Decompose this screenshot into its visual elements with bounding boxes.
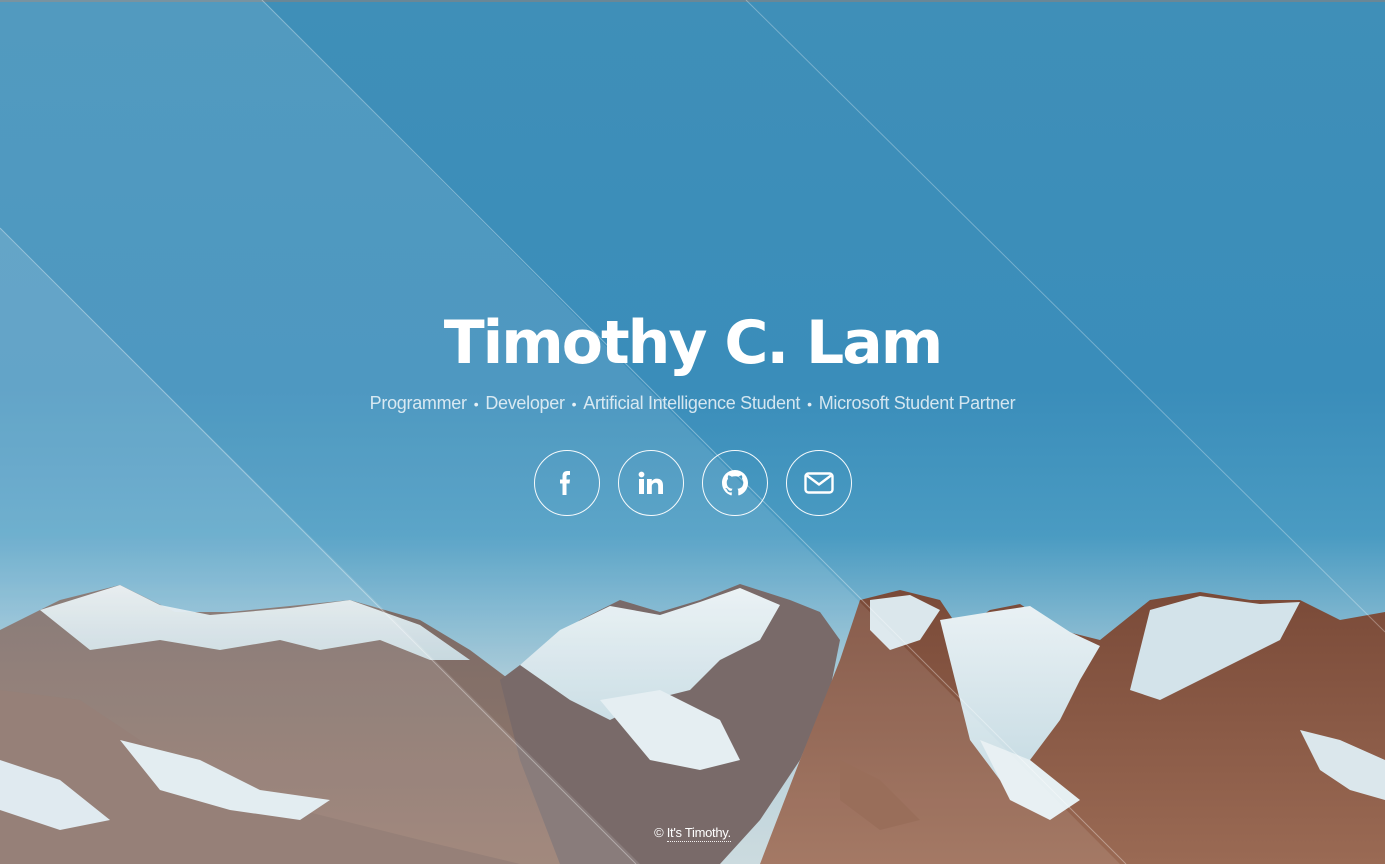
envelope-icon: [803, 472, 834, 494]
role-ai-student: Artificial Intelligence Student: [583, 393, 801, 413]
page-title: Timothy C. Lam: [443, 308, 944, 378]
linkedin-icon: [638, 471, 663, 494]
separator-dot: •: [571, 396, 577, 412]
roles-line: Programmer • Developer • Artificial Intellig…: [0, 391, 1385, 416]
separator-dot: •: [473, 396, 479, 412]
header: Timothy C. Lam Programmer • Developer • Arti…: [0, 305, 1385, 416]
role-microsoft-student-partner: Microsoft Student Partner: [818, 393, 1016, 413]
facebook-icon: [559, 471, 570, 495]
github-button[interactable]: [701, 450, 768, 516]
footer: © It's Timothy.: [0, 825, 1385, 842]
social-links: [0, 450, 1385, 516]
footer-link[interactable]: It's Timothy.: [666, 825, 731, 842]
linkedin-button[interactable]: [617, 450, 684, 516]
separator-dot: •: [807, 396, 812, 412]
copyright-symbol: ©: [654, 825, 664, 840]
github-icon: [721, 470, 748, 496]
page: Timothy C. Lam Programmer • Developer • Arti…: [0, 0, 1385, 864]
facebook-button[interactable]: [533, 450, 600, 516]
role-developer: Developer: [485, 393, 565, 413]
diagonal-overlay: [0, 0, 1385, 864]
email-button[interactable]: [785, 450, 852, 516]
role-programmer: Programmer: [369, 393, 467, 413]
